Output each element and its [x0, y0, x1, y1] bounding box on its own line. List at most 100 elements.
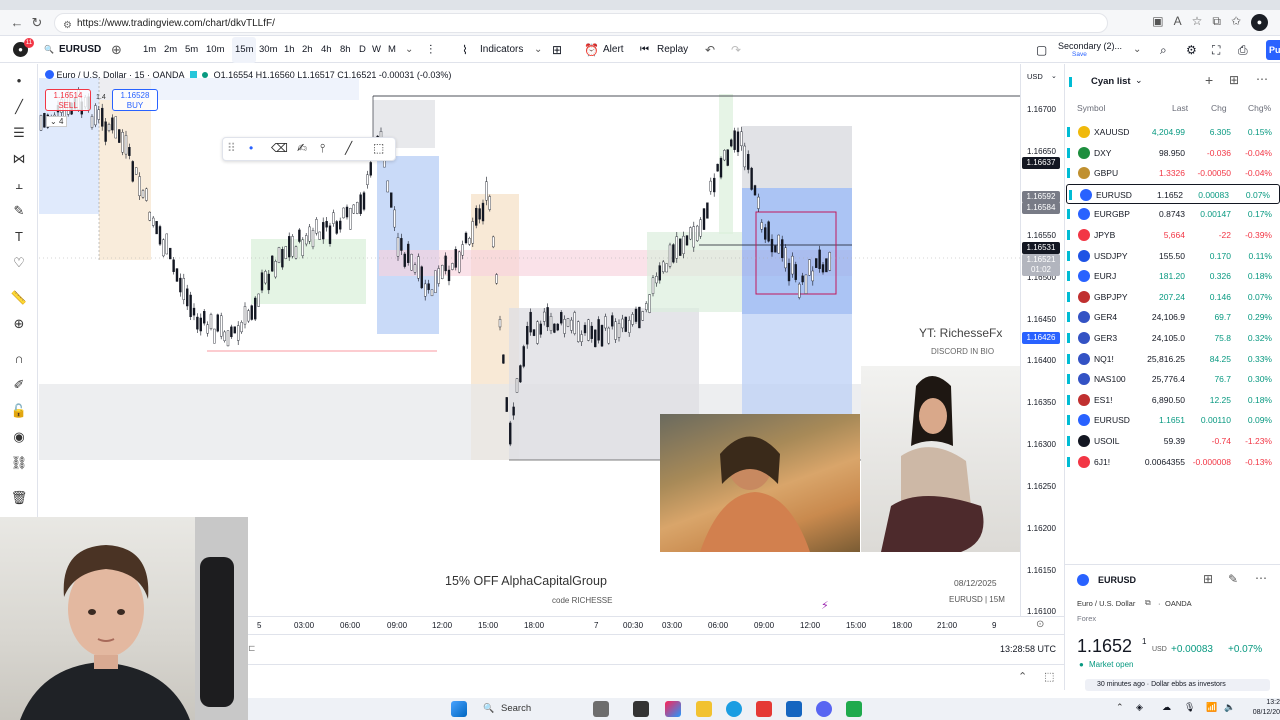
brush-icon[interactable]: ✎ [10, 202, 28, 220]
publish-button[interactable]: Pu [1266, 40, 1280, 60]
trendline-icon[interactable]: ╱ [10, 98, 28, 116]
fullscreen-icon[interactable]: ⛶ [1212, 37, 1220, 63]
watchlist-row[interactable]: EURGBP 0.8743 0.00147 0.17% [1065, 204, 1280, 224]
cursor-dot-icon[interactable]: • [10, 72, 28, 90]
chart-type-icon[interactable]: ⫶ [429, 37, 432, 63]
settings-gear-icon[interactable]: ⚙ [1186, 37, 1197, 63]
trash-icon[interactable]: 🗑 [10, 489, 28, 507]
interval-10m[interactable]: 10m [206, 37, 224, 63]
templates-icon[interactable]: ⊞ [552, 37, 562, 63]
interval-5m[interactable]: 5m [185, 37, 198, 63]
text-tool-icon[interactable]: T [10, 228, 28, 246]
col-last[interactable]: Last [1172, 103, 1188, 113]
interval-30m[interactable]: 30m [259, 37, 277, 63]
clock-time[interactable]: 13:2 [1262, 699, 1280, 706]
interval-W[interactable]: W [372, 37, 381, 63]
long-position-icon[interactable]: ⫠ [10, 176, 28, 194]
tray-app-icon[interactable]: ◈ [1136, 702, 1143, 713]
watchlist-row[interactable]: GER3 24,105.0 75.8 0.32% [1065, 328, 1280, 348]
camera-icon[interactable]: ⎙ [1238, 37, 1248, 63]
marker-icon[interactable]: ⫯ [320, 141, 325, 156]
heart-icon[interactable]: ♡ [10, 254, 28, 272]
interval-dropdown-icon[interactable]: ⌄ [405, 37, 413, 63]
clock-date[interactable]: 08/12/20 [1230, 709, 1280, 716]
legend-collapse-counter[interactable]: ⌄ 4 [46, 116, 68, 127]
eraser-icon[interactable]: ⌫ [271, 141, 288, 155]
indicators-button[interactable]: Indicators [480, 37, 523, 63]
extensions-icon[interactable]: ⧉ [1212, 14, 1221, 31]
search-icon[interactable]: 🔍 [44, 37, 54, 63]
chart-legend[interactable]: Euro / U.S. Dollar · 15 · OANDA O1.16554… [45, 70, 451, 80]
layout-dropdown-icon[interactable]: ⌄ [1133, 37, 1141, 63]
favorite-star-icon[interactable]: ☆ [1192, 14, 1203, 31]
lock-icon[interactable]: 🔓 [10, 402, 28, 420]
favorites-icon[interactable]: ✩ [1231, 14, 1241, 31]
site-info-icon[interactable]: ⚙ [63, 16, 72, 35]
currency-dropdown-icon[interactable]: ⌄ [1051, 72, 1057, 80]
col-chg-percent[interactable]: Chg% [1248, 103, 1271, 113]
detail-edit-icon[interactable]: ✎ [1228, 572, 1238, 586]
collapse-panel-icon[interactable]: ⌃ [1018, 670, 1027, 683]
ruler-icon[interactable]: 📏 [10, 289, 28, 307]
watchlist-row[interactable]: USDJPY 155.50 0.170 0.11% [1065, 246, 1280, 266]
eye-icon[interactable]: ◉ [10, 428, 28, 446]
profile-avatar[interactable]: ● [1251, 14, 1268, 31]
watchlist-row[interactable]: ES1! 6,890.50 12.25 0.18% [1065, 390, 1280, 410]
compare-symbol-icon[interactable]: ⊕ [111, 37, 122, 63]
back-icon[interactable]: ← [8, 14, 26, 32]
edge-browser-icon[interactable] [726, 701, 742, 717]
interval-D[interactable]: D [359, 37, 366, 63]
redo-icon[interactable]: ↷ [731, 37, 741, 63]
windows-start-icon[interactable] [451, 701, 467, 717]
layout-icon[interactable]: ▢ [1036, 37, 1047, 63]
watchlist-dropdown-icon[interactable]: ⌄ [1135, 75, 1143, 86]
magnet-icon[interactable]: ∩ [10, 350, 28, 368]
time-axis-settings-icon[interactable]: ⊙ [1036, 619, 1044, 630]
utc-clock[interactable]: 13:28:58 UTC [1000, 644, 1056, 654]
detail-name[interactable]: Euro / U.S. Dollar [1077, 599, 1135, 608]
link-icon[interactable]: ⛓ [10, 454, 28, 472]
watchlist-row[interactable]: NAS100 25,776.4 76.7 0.30% [1065, 369, 1280, 389]
pattern-icon[interactable]: ⋈ [10, 150, 28, 168]
external-link-icon[interactable]: ⧉ [1145, 598, 1151, 608]
watchlist-row[interactable]: XAUUSD 4,204.99 6.305 0.15% [1065, 122, 1280, 142]
taskbar-search[interactable]: Search [501, 703, 531, 714]
interval-1h[interactable]: 1h [284, 37, 295, 63]
news-headline[interactable]: 30 minutes ago · Dollar ebbs as investor… [1085, 679, 1270, 691]
watchlist-row[interactable]: GBPJPY 207.24 0.146 0.07% [1065, 287, 1280, 307]
price-axis[interactable]: USD ⌄ 1.16700 1.16650 1.16550 1.16500 1.1645… [1020, 64, 1064, 616]
wifi-icon[interactable]: 📶 [1206, 702, 1217, 713]
interval-8h[interactable]: 8h [340, 37, 351, 63]
time-axis[interactable]: 5 03:00 06:00 09:00 12:00 15:00 18:00 7 00:30 03:… [248, 616, 1064, 634]
detail-symbol[interactable]: EURUSD [1098, 575, 1136, 585]
rectangle-icon[interactable]: ⬚ [373, 141, 384, 155]
alert-button[interactable]: Alert [603, 37, 624, 63]
taskbar-widget-icon[interactable] [593, 701, 609, 717]
watchlist-row[interactable]: JPYB 5,664 -22 -0.39% [1065, 225, 1280, 245]
mic-icon[interactable]: 🎙 [1184, 702, 1195, 713]
indicators-dropdown-icon[interactable]: ⌄ [534, 37, 542, 63]
stay-in-drawing-icon[interactable]: ✐ [10, 376, 28, 394]
buy-button[interactable]: 1.16528 BUY [112, 89, 158, 111]
outlook-icon[interactable] [786, 701, 802, 717]
interval-2m[interactable]: 2m [164, 37, 177, 63]
app-icon-green[interactable] [846, 701, 862, 717]
app-icon-red[interactable] [756, 701, 772, 717]
drag-handle-icon[interactable]: ⠿ [227, 141, 236, 155]
watchlist-row[interactable]: EURUSD 1.1651 0.00110 0.09% [1065, 410, 1280, 430]
watchlist-row[interactable]: NQ1! 25,816.25 84.25 0.33% [1065, 349, 1280, 369]
interval-1m[interactable]: 1m [143, 37, 156, 63]
quick-search-icon[interactable]: ⌕ [1160, 37, 1167, 63]
line-icon[interactable]: ╱ [345, 141, 352, 155]
layout-name-button[interactable]: Secondary (2)... [1058, 37, 1122, 63]
tray-chevron-icon[interactable]: ⌃ [1116, 702, 1124, 713]
watchlist-row[interactable]: DXY 98.950 -0.036 -0.04% [1065, 143, 1280, 163]
detail-layout-icon[interactable]: ⊞ [1203, 572, 1213, 586]
add-symbol-icon[interactable]: + [1205, 72, 1213, 88]
reload-icon[interactable]: ↻ [28, 14, 46, 32]
watchlist-row[interactable]: GBPU 1.3326 -0.00050 -0.04% [1065, 163, 1280, 183]
interval-4h[interactable]: 4h [321, 37, 332, 63]
watchlist-row[interactable]: 6J1! 0.0064355 -0.000008 -0.13% [1065, 452, 1280, 472]
advanced-view-icon[interactable]: ⊞ [1229, 73, 1239, 87]
axis-currency[interactable]: USD [1027, 72, 1043, 81]
